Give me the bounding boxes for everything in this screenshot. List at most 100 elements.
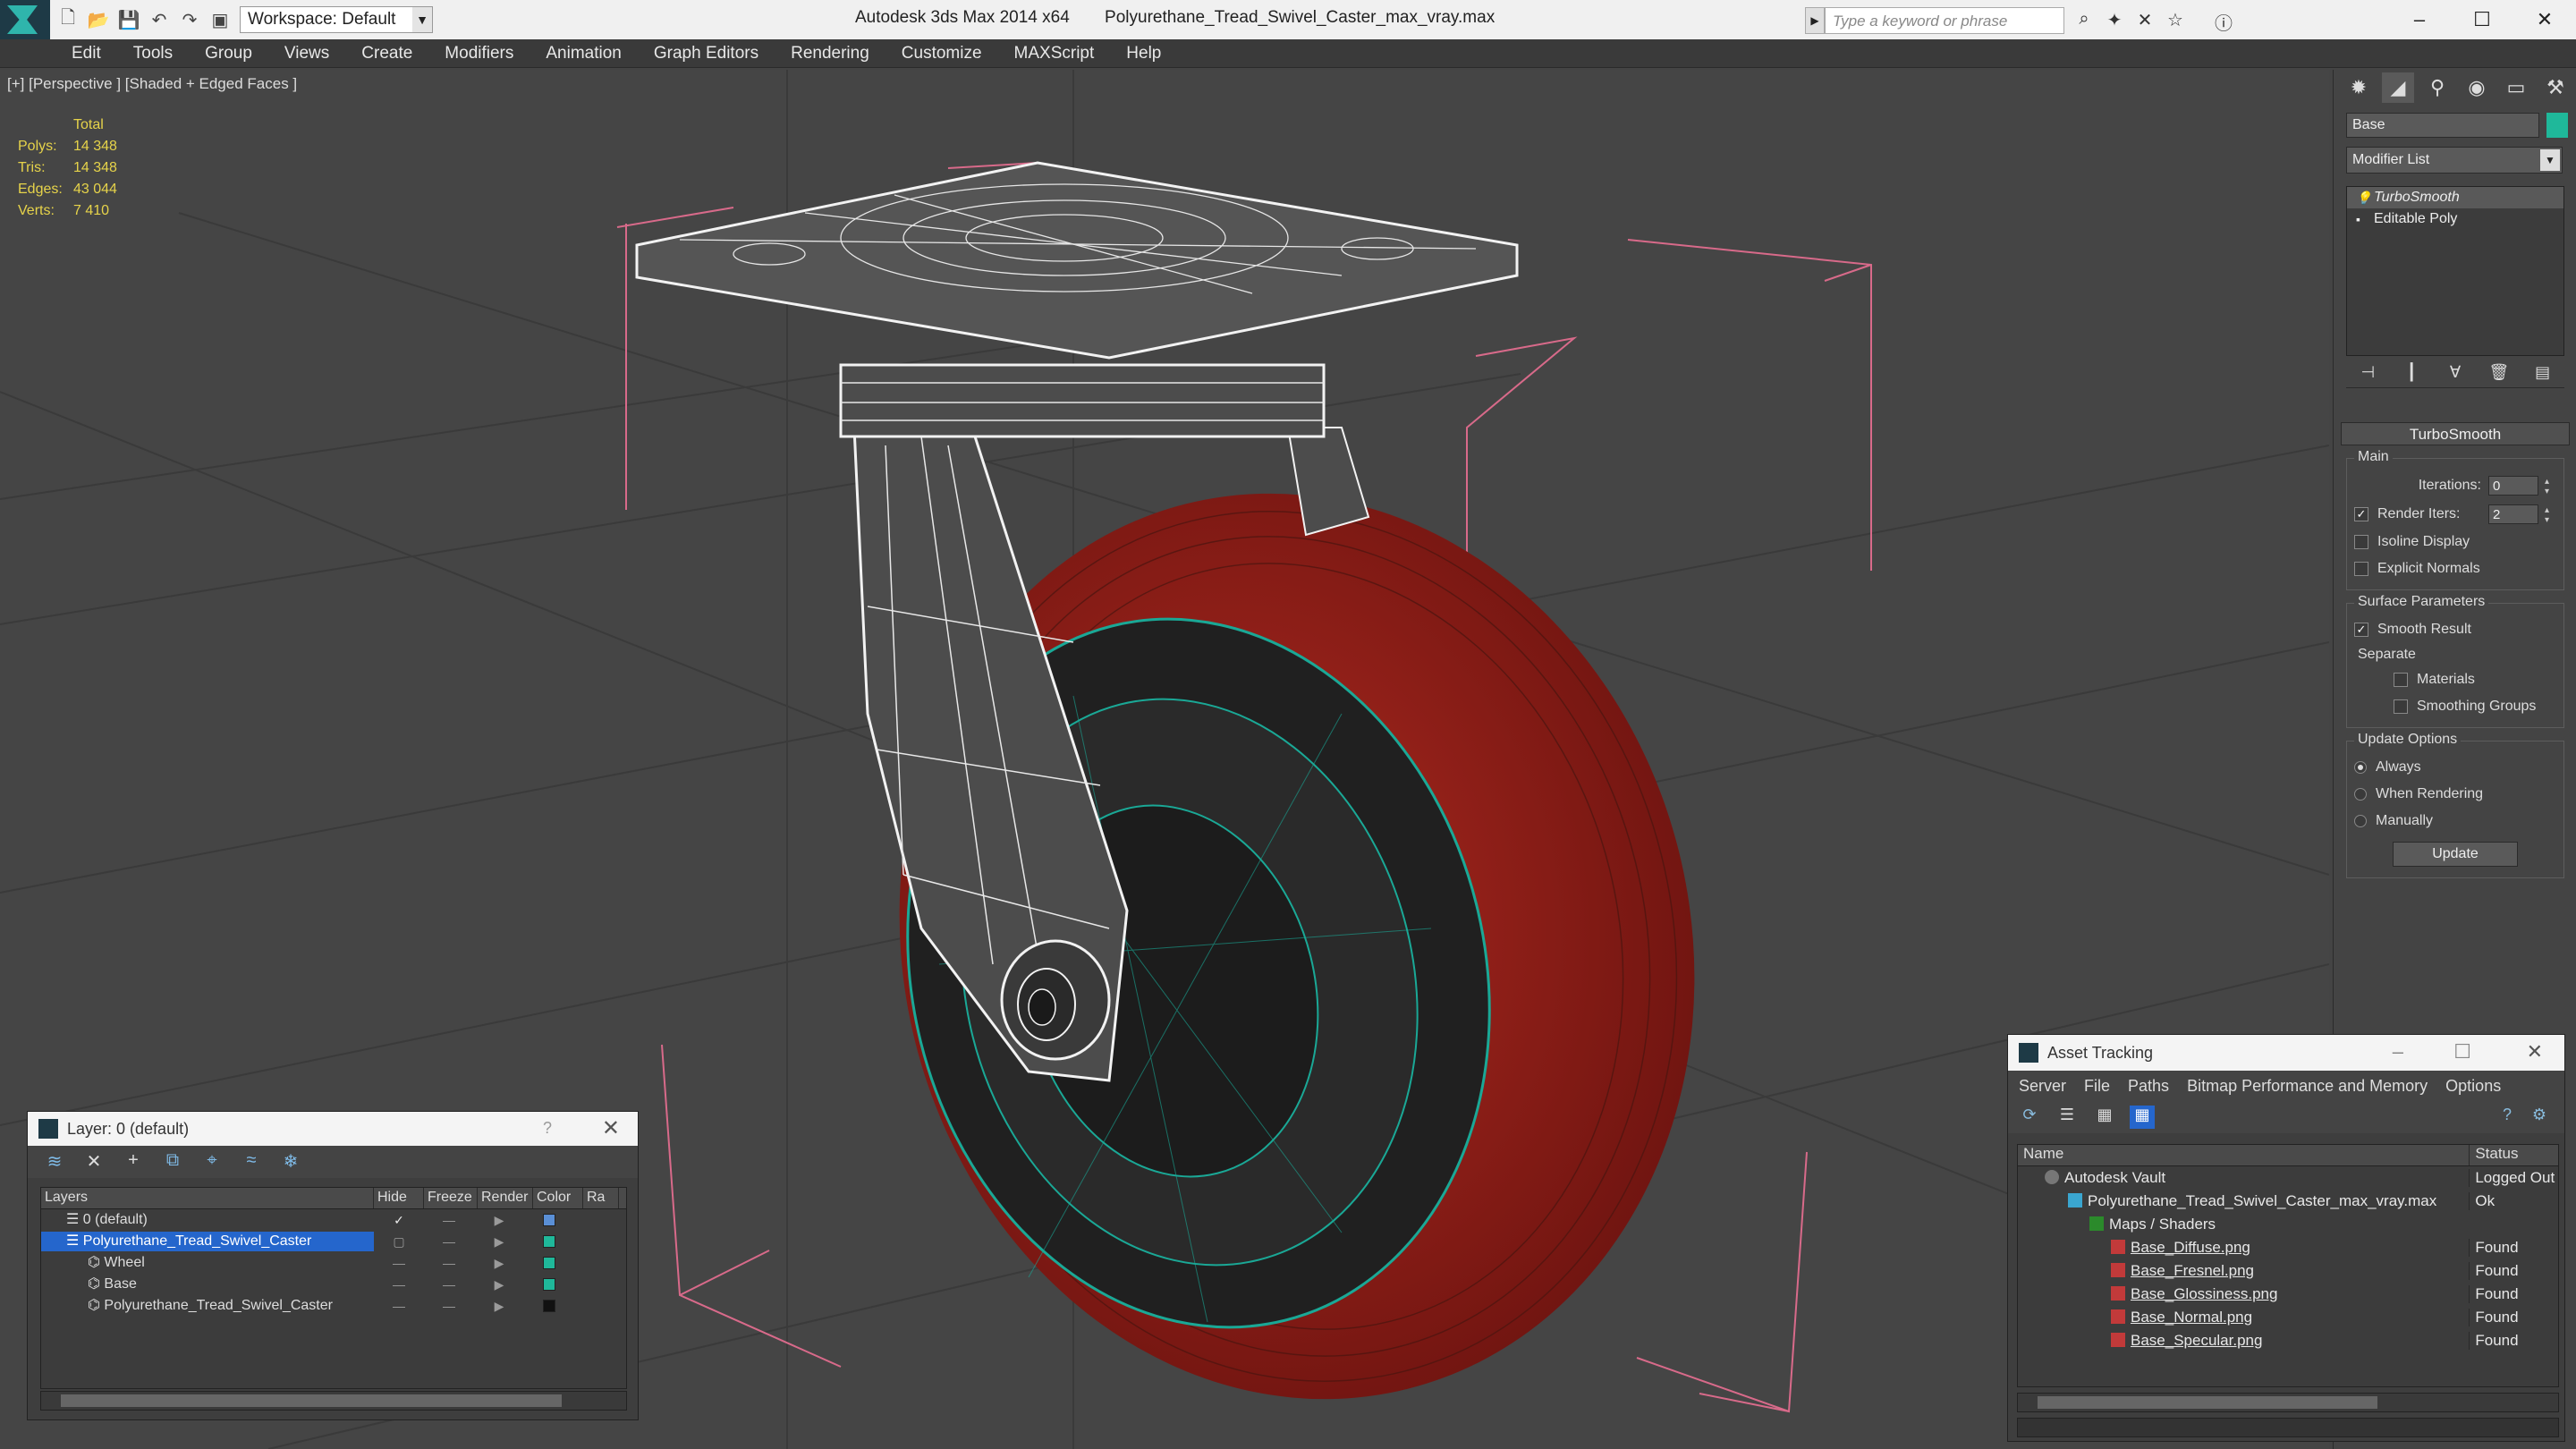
hide-toggle[interactable]: ▢ [374, 1234, 424, 1250]
scrollbar-thumb[interactable] [2038, 1396, 2377, 1409]
asset-row[interactable]: Polyurethane_Tread_Swivel_Caster_max_vra… [2018, 1190, 2558, 1213]
render-toggle[interactable]: ▶ [474, 1234, 524, 1250]
highlight-layer-icon[interactable]: ⌖ [199, 1150, 225, 1174]
subscription-icon[interactable]: ✦ [2102, 9, 2127, 32]
list-view-icon[interactable]: ☰ [2055, 1106, 2080, 1129]
menu-graph-editors[interactable]: Graph Editors [654, 44, 758, 64]
color-swatch[interactable] [524, 1278, 574, 1291]
menu-file[interactable]: File [2084, 1077, 2110, 1096]
update-button[interactable]: Update [2393, 842, 2518, 867]
remove-modifier-icon[interactable]: 🗑 [2487, 363, 2511, 386]
menu-maxscript[interactable]: MAXScript [1014, 44, 1095, 64]
freeze-toggle[interactable]: — [424, 1213, 474, 1227]
color-swatch[interactable] [524, 1257, 574, 1269]
app-logo-icon[interactable] [0, 0, 50, 39]
render-iters-spinner[interactable]: 2 [2488, 504, 2552, 525]
menu-create[interactable]: Create [361, 44, 412, 64]
new-file-icon[interactable]: 🗋 [55, 7, 80, 32]
render-toggle[interactable]: ▶ [474, 1299, 524, 1314]
workspace-dropdown[interactable]: Workspace: Default ▼ [240, 6, 433, 33]
color-swatch[interactable] [524, 1300, 574, 1312]
layer-dialog-titlebar[interactable]: Layer: 0 (default) ? ✕ [28, 1112, 638, 1146]
render-toggle[interactable]: ▶ [474, 1277, 524, 1292]
create-tab-icon[interactable]: ✹ [2343, 72, 2375, 103]
modifier-list-dropdown[interactable]: Modifier List ▼ [2346, 147, 2563, 174]
close-button[interactable]: ✕ [2522, 4, 2567, 36]
freeze-toggle[interactable]: — [424, 1234, 474, 1249]
isoline-display-checkbox[interactable] [2354, 535, 2368, 549]
render-toggle[interactable]: ▶ [474, 1213, 524, 1228]
project-folder-icon[interactable]: ▣ [208, 7, 233, 32]
open-file-icon[interactable]: 📂 [86, 7, 111, 32]
lightbulb-icon[interactable]: 💡 [2356, 191, 2371, 206]
viewport-label[interactable]: [+] [Perspective ] [Shaded + Edged Faces… [7, 75, 297, 93]
freeze-toggle[interactable]: — [424, 1256, 474, 1270]
menu-options[interactable]: Options [2445, 1077, 2501, 1096]
rollout-header[interactable]: TurboSmooth [2341, 422, 2570, 445]
utilities-tab-icon[interactable]: ⚒ [2539, 72, 2572, 103]
hide-toggle[interactable]: — [374, 1277, 424, 1292]
stack-item-turbosmooth[interactable]: 💡 TurboSmooth [2347, 187, 2563, 208]
make-unique-icon[interactable]: ∀ [2444, 363, 2467, 386]
freeze-all-icon[interactable]: ❄ [278, 1150, 303, 1174]
layer-row[interactable]: ⌬ Base — — ▶ [41, 1274, 626, 1295]
explicit-normals-checkbox[interactable] [2354, 562, 2368, 576]
layer-row[interactable]: ⌬ Wheel — — ▶ [41, 1252, 626, 1274]
hierarchy-tab-icon[interactable]: ⚲ [2421, 72, 2453, 103]
search-input[interactable]: Type a keyword or phrase [1825, 7, 2064, 34]
scrollbar-thumb[interactable] [61, 1394, 562, 1407]
asset-row[interactable]: Base_Diffuse.png Found [2018, 1236, 2558, 1259]
select-objects-icon[interactable]: ⧉ [160, 1150, 185, 1174]
col-layers[interactable]: Layers [41, 1188, 374, 1208]
freeze-toggle[interactable]: — [424, 1277, 474, 1292]
asset-row[interactable]: Base_Fresnel.png Found [2018, 1259, 2558, 1283]
motion-tab-icon[interactable]: ◉ [2461, 72, 2493, 103]
asset-row[interactable]: Maps / Shaders [2018, 1213, 2558, 1236]
col-status[interactable]: Status [2469, 1145, 2558, 1165]
help-icon[interactable]: ? [2495, 1106, 2520, 1129]
modify-tab-icon[interactable]: ◢ [2382, 72, 2414, 103]
asset-row[interactable]: Base_Specular.png Found [2018, 1329, 2558, 1352]
menu-help[interactable]: Help [1126, 44, 1161, 64]
close-icon[interactable]: ✕ [602, 1115, 620, 1141]
menu-tools[interactable]: Tools [133, 44, 173, 64]
maximize-button[interactable]: ☐ [2460, 4, 2504, 36]
menu-bitmap-performance[interactable]: Bitmap Performance and Memory [2187, 1077, 2428, 1096]
search-expand-icon[interactable]: ▶ [1805, 7, 1825, 34]
menu-modifiers[interactable]: Modifiers [445, 44, 513, 64]
asset-dialog-titlebar[interactable]: Asset Tracking – ☐ ✕ [2008, 1035, 2564, 1071]
col-name[interactable]: Name [2018, 1145, 2469, 1165]
always-radio[interactable] [2354, 761, 2367, 774]
col-hide[interactable]: Hide [374, 1188, 424, 1208]
thumbnail-view-icon[interactable]: ▦ [2092, 1106, 2117, 1129]
materials-checkbox[interactable] [2394, 673, 2408, 687]
menu-group[interactable]: Group [205, 44, 252, 64]
layer-row[interactable]: ☰ 0 (default) ✓ — ▶ [41, 1209, 626, 1231]
iterations-spinner[interactable]: 0 [2488, 476, 2552, 496]
color-swatch[interactable] [524, 1235, 574, 1248]
menu-paths[interactable]: Paths [2128, 1077, 2169, 1096]
layer-row[interactable]: ☰ Polyurethane_Tread_Swivel_Caster ▢ — ▶ [41, 1231, 626, 1252]
manually-radio[interactable] [2354, 815, 2367, 827]
asset-row[interactable]: Base_Glossiness.png Found [2018, 1283, 2558, 1306]
render-iters-checkbox[interactable]: ✓ [2354, 507, 2368, 521]
render-toggle[interactable]: ▶ [474, 1256, 524, 1271]
stack-item-editable-poly[interactable]: ▪ Editable Poly [2347, 208, 2563, 230]
create-layer-icon[interactable]: ≋ [42, 1150, 67, 1174]
maximize-icon[interactable]: ☐ [2453, 1040, 2471, 1063]
when-rendering-radio[interactable] [2354, 788, 2367, 801]
table-view-icon[interactable]: ▦ [2130, 1106, 2155, 1129]
freeze-toggle[interactable]: — [424, 1299, 474, 1313]
object-name-field[interactable]: Base [2346, 113, 2539, 138]
hide-all-icon[interactable]: ≈ [239, 1150, 264, 1174]
display-tab-icon[interactable]: ▭ [2500, 72, 2532, 103]
layer-row[interactable]: ⌬ Polyurethane_Tread_Swivel_Caster — — ▶ [41, 1295, 626, 1317]
refresh-icon[interactable]: ⟳ [2017, 1106, 2042, 1129]
asset-row[interactable]: Autodesk Vault Logged Out [2018, 1166, 2558, 1190]
help-icon[interactable]: ⓘ [2211, 9, 2236, 34]
asset-row[interactable]: Base_Normal.png Found [2018, 1306, 2558, 1329]
smoothing-groups-checkbox[interactable] [2394, 699, 2408, 714]
hide-toggle[interactable]: — [374, 1256, 424, 1270]
menu-rendering[interactable]: Rendering [791, 44, 869, 64]
menu-edit[interactable]: Edit [72, 44, 101, 64]
